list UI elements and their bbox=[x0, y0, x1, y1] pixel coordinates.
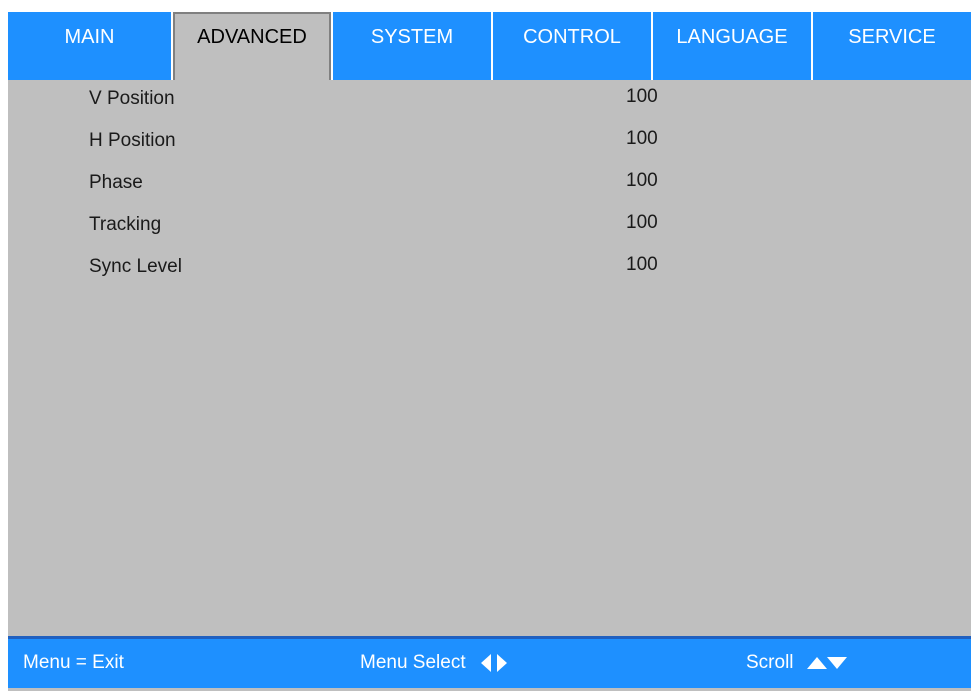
menu-item-label: V Position bbox=[89, 88, 175, 109]
menu-item-value: 100 bbox=[626, 212, 658, 233]
tab-service[interactable]: SERVICE bbox=[813, 12, 971, 80]
osd-menu: MAIN ADVANCED SYSTEM CONTROL LANGUAGE SE… bbox=[8, 12, 971, 691]
menu-item-value: 100 bbox=[626, 128, 658, 149]
menu-item-v-position[interactable]: V Position 100 bbox=[8, 80, 971, 122]
tab-main[interactable]: MAIN bbox=[8, 12, 171, 80]
menu-item-value: 100 bbox=[626, 86, 658, 107]
menu-item-h-position[interactable]: H Position 100 bbox=[8, 122, 971, 164]
menu-item-label: Sync Level bbox=[89, 256, 182, 277]
menu-item-value: 100 bbox=[626, 170, 658, 191]
menu-select-hint: Menu Select bbox=[360, 651, 507, 675]
menu-item-phase[interactable]: Phase 100 bbox=[8, 164, 971, 206]
scroll-hint: Scroll bbox=[746, 651, 847, 675]
scroll-label: Scroll bbox=[746, 652, 794, 673]
footer-hint-bar: Menu = Exit Menu Select Scroll bbox=[8, 636, 971, 688]
tab-advanced[interactable]: ADVANCED bbox=[173, 12, 331, 80]
menu-item-list: V Position 100 H Position 100 Phase 100 … bbox=[8, 80, 971, 290]
up-down-arrows-icon bbox=[806, 656, 847, 669]
menu-item-tracking[interactable]: Tracking 100 bbox=[8, 206, 971, 248]
menu-item-label: Tracking bbox=[89, 214, 162, 235]
tab-language[interactable]: LANGUAGE bbox=[653, 12, 811, 80]
menu-item-label: H Position bbox=[89, 130, 176, 151]
menu-item-label: Phase bbox=[89, 172, 143, 193]
exit-hint: Menu = Exit bbox=[23, 652, 124, 673]
left-right-arrows-icon bbox=[480, 653, 507, 672]
tab-control[interactable]: CONTROL bbox=[493, 12, 651, 80]
menu-item-sync-level[interactable]: Sync Level 100 bbox=[8, 248, 971, 290]
menu-select-label: Menu Select bbox=[360, 652, 466, 673]
tab-system[interactable]: SYSTEM bbox=[333, 12, 491, 80]
menu-item-value: 100 bbox=[626, 254, 658, 275]
tab-bar: MAIN ADVANCED SYSTEM CONTROL LANGUAGE SE… bbox=[8, 12, 971, 80]
